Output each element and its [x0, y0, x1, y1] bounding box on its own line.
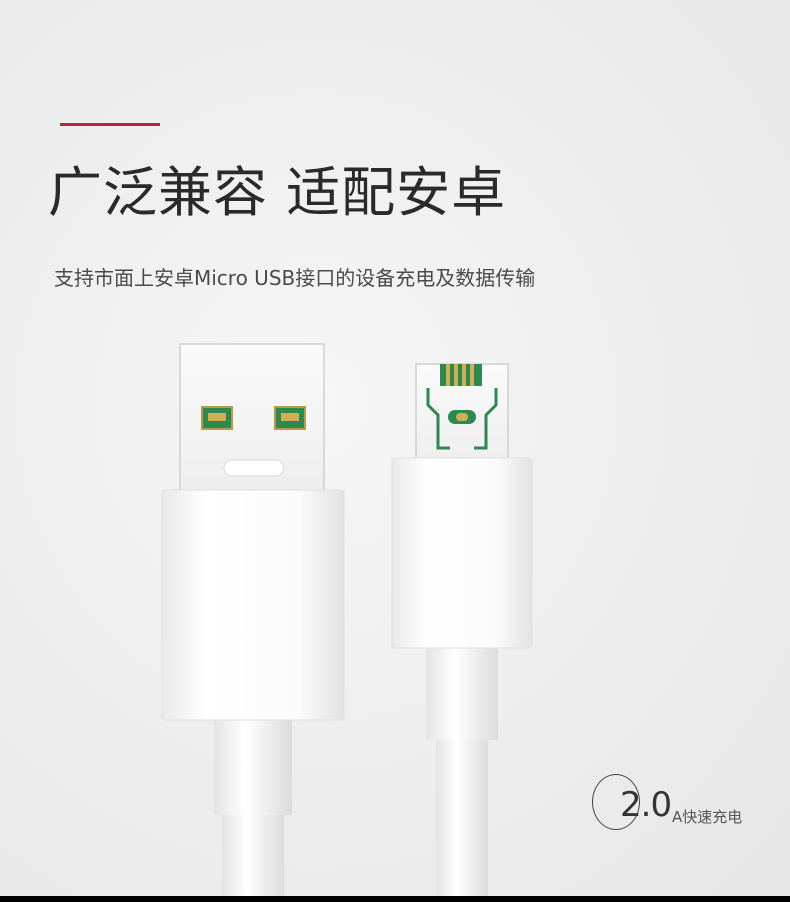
bottom-border: [0, 896, 790, 902]
badge-label: A快速充电: [672, 808, 743, 826]
accent-line: [60, 123, 160, 126]
usb-a-plug-icon: [161, 343, 345, 902]
product-banner: 广泛兼容 适配安卓 支持市面上安卓Micro USB接口的设备充电及数据传输 2…: [0, 0, 790, 902]
micro-usb-plug-icon: [391, 363, 533, 902]
badge-value: 2.0: [620, 785, 672, 825]
subline: 支持市面上安卓Micro USB接口的设备充电及数据传输: [54, 266, 536, 290]
fast-charge-badge: 2.0 A快速充电: [590, 772, 780, 836]
headline: 广泛兼容 适配安卓: [48, 161, 507, 224]
